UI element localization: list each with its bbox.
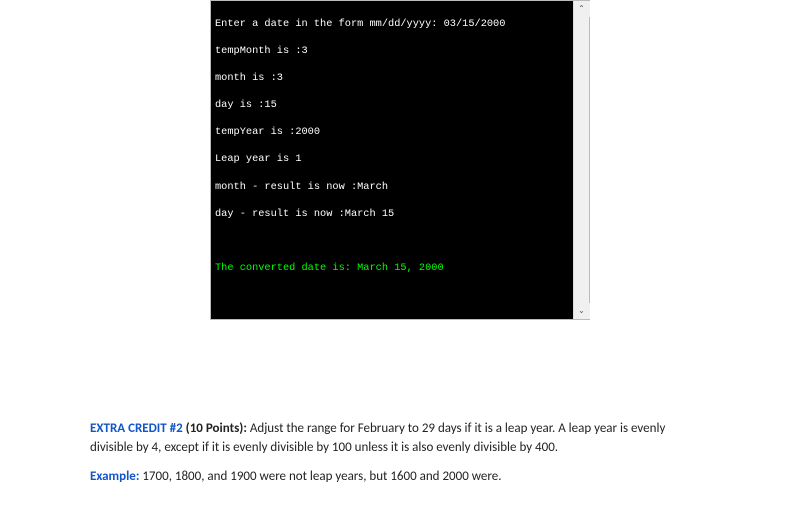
terminal-output: Enter a date in the form mm/dd/yyyy: 03/… bbox=[211, 1, 573, 319]
extra-credit-paragraph: EXTRA CREDIT #2 (10 Points): Adjust the … bbox=[90, 420, 710, 458]
terminal-blank-line bbox=[215, 316, 569, 319]
terminal-line: Leap year is 1 bbox=[215, 153, 569, 167]
page-root: Enter a date in the form mm/dd/yyyy: 03/… bbox=[0, 0, 790, 505]
example-paragraph: Example: 1700, 1800, and 1900 were not l… bbox=[90, 468, 710, 487]
terminal-blank-line bbox=[215, 235, 569, 249]
terminal-window: Enter a date in the form mm/dd/yyyy: 03/… bbox=[210, 0, 590, 320]
example-label: Example: bbox=[90, 469, 139, 484]
terminal-success-line: The converted date is: March 15, 2000 bbox=[215, 262, 569, 276]
scroll-up-button[interactable]: ⌃ bbox=[574, 1, 590, 17]
terminal-line: month - result is now :March bbox=[215, 181, 569, 195]
terminal-blank-line bbox=[215, 289, 569, 303]
example-body: 1700, 1800, and 1900 were not leap years… bbox=[139, 469, 501, 484]
terminal-line: tempYear is :2000 bbox=[215, 126, 569, 140]
terminal-line: tempMonth is :3 bbox=[215, 45, 569, 59]
chevron-up-icon: ⌃ bbox=[578, 4, 585, 14]
extra-credit-label: EXTRA CREDIT #2 bbox=[90, 421, 183, 436]
terminal-line: day - result is now :March 15 bbox=[215, 208, 569, 222]
scroll-down-button[interactable]: ⌄ bbox=[574, 303, 590, 319]
terminal-line: Enter a date in the form mm/dd/yyyy: 03/… bbox=[215, 18, 569, 32]
terminal-line: day is :15 bbox=[215, 99, 569, 113]
chevron-down-icon: ⌄ bbox=[578, 306, 585, 316]
scrollbar[interactable]: ⌃ ⌄ bbox=[573, 1, 589, 319]
document-body: EXTRA CREDIT #2 (10 Points): Adjust the … bbox=[90, 420, 710, 497]
extra-credit-points: (10 Points): bbox=[183, 421, 250, 436]
terminal-line: month is :3 bbox=[215, 72, 569, 86]
